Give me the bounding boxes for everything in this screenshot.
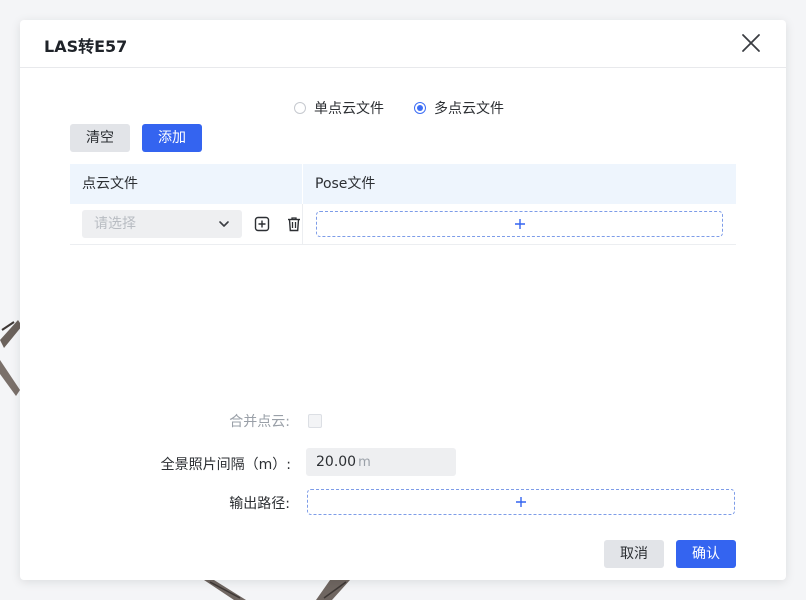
merge-pointcloud-label: 合并点云:	[229, 414, 290, 430]
plus-icon	[514, 219, 525, 229]
close-icon	[742, 34, 760, 52]
file-mode-radio-group: 单点云文件 多点云文件	[294, 98, 534, 118]
radio-indicator	[294, 102, 306, 114]
select-placeholder: 请选择	[94, 216, 136, 232]
panorama-interval-input[interactable]: 20.00 m	[306, 448, 456, 476]
table-row: 请选择	[70, 204, 736, 245]
radio-label: 单点云文件	[314, 101, 384, 117]
dialog-header: LAS转E57	[20, 20, 786, 68]
close-button[interactable]	[740, 32, 762, 54]
confirm-button[interactable]: 确认	[676, 540, 736, 568]
clear-button[interactable]: 清空	[70, 124, 130, 152]
output-path-selector[interactable]	[307, 489, 735, 515]
column-divider	[302, 164, 303, 204]
add-button[interactable]: 添加	[142, 124, 202, 152]
pointcloud-select[interactable]: 请选择	[82, 210, 242, 238]
interval-unit: m	[358, 455, 371, 470]
file-table: 点云文件 Pose文件 请选择	[70, 164, 736, 245]
plus-square-icon	[254, 216, 270, 232]
table-header: 点云文件 Pose文件	[70, 164, 736, 204]
chevron-down-icon	[219, 221, 229, 227]
radio-multi-pointcloud[interactable]: 多点云文件	[414, 98, 504, 118]
dialog-title: LAS转E57	[44, 37, 128, 56]
column-divider	[302, 204, 303, 244]
delete-row-button[interactable]	[286, 216, 302, 232]
background-pointcloud-bottom	[204, 580, 350, 600]
merge-pointcloud-checkbox[interactable]	[308, 414, 322, 428]
column-header-pointcloud: 点云文件	[82, 176, 138, 192]
radio-label: 多点云文件	[434, 101, 504, 117]
column-header-pose: Pose文件	[315, 176, 376, 192]
panorama-interval-label: 全景照片间隔（m）:	[160, 457, 291, 473]
trash-icon	[288, 217, 300, 232]
radio-single-pointcloud[interactable]: 单点云文件	[294, 98, 384, 118]
pose-file-upload[interactable]	[316, 211, 723, 237]
interval-value: 20.00	[316, 454, 357, 470]
radio-indicator-checked	[414, 102, 426, 114]
output-path-label: 输出路径:	[229, 496, 290, 512]
cancel-button[interactable]: 取消	[604, 540, 664, 568]
plus-icon	[516, 497, 526, 507]
add-row-button[interactable]	[254, 216, 270, 232]
las-to-e57-dialog: LAS转E57 单点云文件 多点云文件 清空 添加 点云文件 Pose文件 请选…	[20, 20, 786, 580]
